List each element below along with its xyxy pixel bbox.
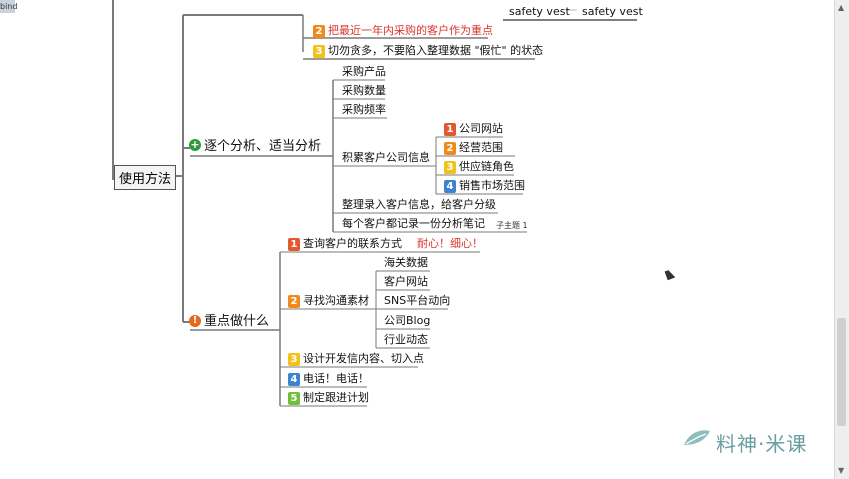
focus-badge-2: 2 xyxy=(288,295,300,308)
scroll-down-arrow-icon[interactable]: ▼ xyxy=(838,466,844,475)
vertical-scrollbar[interactable]: ▲ ▼ xyxy=(834,0,849,479)
item-purchase-product[interactable]: 采购产品 xyxy=(342,65,386,79)
watermark-text: 料神·米课 xyxy=(716,432,808,456)
top-table-left-cell: safety vest xyxy=(509,5,570,18)
sub-sales-market[interactable]: 销售市场范围 xyxy=(459,179,525,193)
top-table-right-cell: safety vest xyxy=(582,5,643,18)
branch-analysis-label[interactable]: 逐个分析、适当分析 xyxy=(204,139,321,155)
priority-badge-2: 2 xyxy=(313,25,325,38)
subtopic-tag[interactable]: 子主题 1 xyxy=(496,219,528,233)
focus-item-followup[interactable]: 制定跟进计划 xyxy=(303,391,369,405)
focus-badge-5: 5 xyxy=(288,392,300,405)
material-industry-news[interactable]: 行业动态 xyxy=(384,333,428,347)
top-item-3-label[interactable]: 切勿贪多，不要陷入整理数据 "假忙" 的状态 xyxy=(328,44,543,58)
focus-item-materials[interactable]: 寻找沟通素材 xyxy=(303,294,369,308)
material-sns[interactable]: SNS平台动向 xyxy=(384,294,450,308)
root-topic[interactable]: 使用方法 xyxy=(114,165,177,190)
warning-icon: ! xyxy=(189,315,201,327)
scrollbar-thumb[interactable] xyxy=(837,318,846,426)
company-badge-2: 2 xyxy=(444,142,456,155)
focus-badge-4: 4 xyxy=(288,373,300,386)
focus-item-phone[interactable]: 电话！电话！ xyxy=(303,372,369,386)
material-company-blog[interactable]: 公司Blog xyxy=(384,314,430,328)
plus-icon: + xyxy=(189,138,201,151)
item-grade-customers[interactable]: 整理录入客户信息，给客户分级 xyxy=(342,198,496,212)
leaf-logo-icon xyxy=(684,430,710,445)
focus-item-email[interactable]: 设计开发信内容、切入点 xyxy=(303,352,424,366)
company-badge-3: 3 xyxy=(444,161,456,174)
scroll-up-arrow-icon[interactable]: ▲ xyxy=(838,3,844,12)
priority-badge-3: 3 xyxy=(313,45,325,58)
sub-supply-chain-role[interactable]: 供应链角色 xyxy=(459,160,514,174)
material-customs-data[interactable]: 海关数据 xyxy=(384,256,428,270)
focus-item-contact-note: 耐心！细心！ xyxy=(417,237,483,250)
company-badge-1: 1 xyxy=(444,123,456,136)
item-company-info[interactable]: 积累客户公司信息 xyxy=(342,151,430,165)
item-purchase-quantity[interactable]: 采购数量 xyxy=(342,84,386,98)
item-purchase-frequency[interactable]: 采购频率 xyxy=(342,103,386,117)
focus-item-contact[interactable]: 查询客户的联系方式 xyxy=(303,237,402,251)
focus-badge-3: 3 xyxy=(288,353,300,366)
company-badge-4: 4 xyxy=(444,180,456,193)
sub-company-website[interactable]: 公司网站 xyxy=(459,122,503,136)
item-analysis-notes[interactable]: 每个客户都记录一份分析笔记 xyxy=(342,217,485,231)
top-item-2-label[interactable]: 把最近一年内采购的客户作为重点 xyxy=(328,24,493,38)
focus-badge-1: 1 xyxy=(288,238,300,251)
window-tab-label: bind xyxy=(0,2,18,11)
material-customer-website[interactable]: 客户网站 xyxy=(384,275,428,289)
branch-focus-label[interactable]: 重点做什么 xyxy=(204,314,269,330)
sub-business-scope[interactable]: 经营范围 xyxy=(459,141,503,155)
